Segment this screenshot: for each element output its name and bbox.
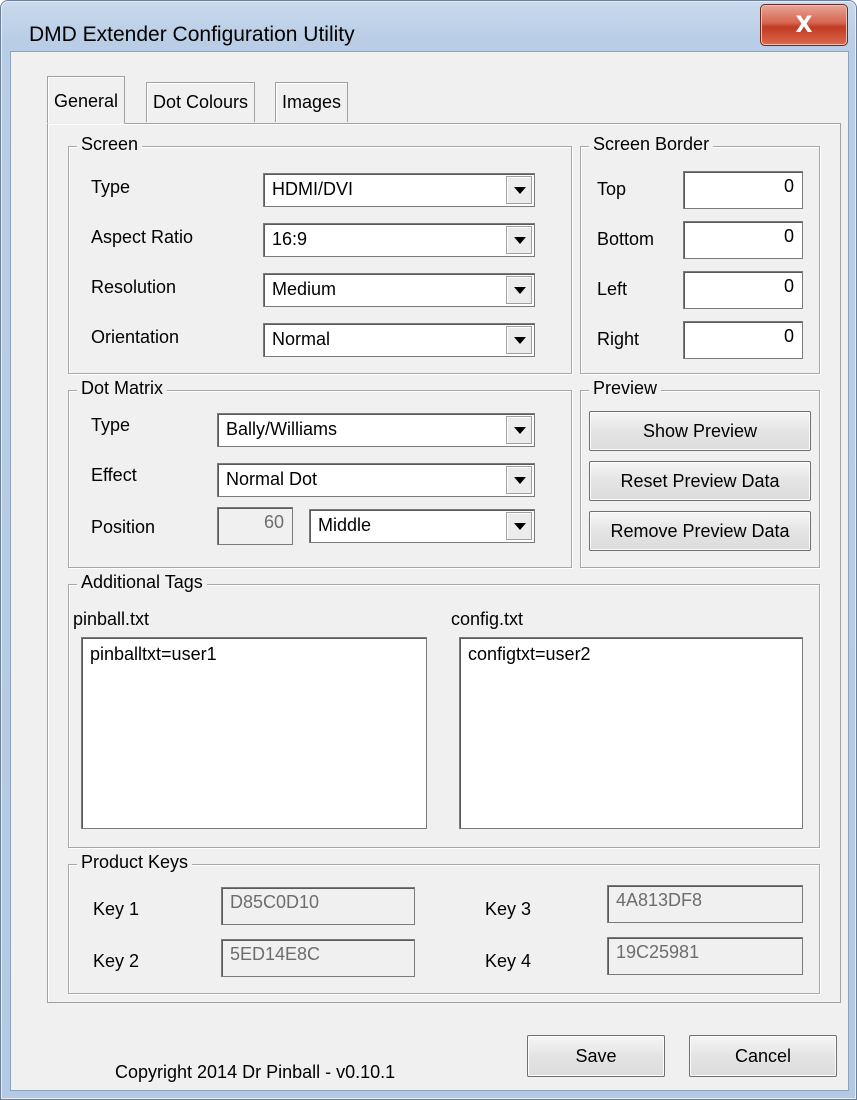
screen-type-label: Type — [91, 177, 131, 197]
chevron-down-icon[interactable] — [506, 416, 532, 444]
dot-matrix-group: Dot Matrix Type Bally/Williams Effect No… — [68, 378, 572, 568]
border-bottom-label: Bottom — [597, 229, 655, 249]
dot-type-value: Bally/Williams — [226, 419, 338, 439]
key-3-label: Key 3 — [485, 899, 532, 919]
cancel-button-label: Cancel — [734, 1045, 792, 1066]
dot-effect-label: Effect — [91, 465, 137, 485]
key-1-label: Key 1 — [93, 899, 140, 919]
screen-type-select[interactable]: HDMI/DVI — [263, 173, 535, 207]
orientation-label: Orientation — [91, 327, 180, 347]
remove-preview-data-button[interactable]: Remove Preview Data — [589, 511, 811, 551]
key-2-field: 5ED14E8C — [221, 939, 415, 977]
border-top-input[interactable]: 0 — [683, 171, 803, 209]
orientation-value: Normal — [272, 329, 331, 349]
reset-preview-data-button[interactable]: Reset Preview Data — [589, 461, 811, 501]
screen-group: Screen Type HDMI/DVI Aspect Ratio 16:9 R… — [68, 134, 572, 374]
config-txt-label: config.txt — [451, 609, 524, 629]
key-4-field: 19C25981 — [607, 937, 803, 975]
screen-type-value: HDMI/DVI — [272, 179, 353, 199]
border-right-input[interactable]: 0 — [683, 321, 803, 359]
key-1-field: D85C0D10 — [221, 887, 415, 925]
border-left-label: Left — [597, 279, 628, 299]
reset-preview-data-label: Reset Preview Data — [620, 470, 780, 491]
preview-group: Preview Show Preview Reset Preview Data … — [580, 378, 820, 568]
product-keys-legend: Product Keys — [77, 852, 193, 873]
key-2-label: Key 2 — [93, 951, 140, 971]
dot-matrix-legend: Dot Matrix — [77, 378, 168, 399]
additional-tags-legend: Additional Tags — [77, 572, 207, 593]
chevron-down-icon[interactable] — [506, 176, 532, 204]
orientation-select[interactable]: Normal — [263, 323, 535, 357]
chevron-down-icon[interactable] — [506, 276, 532, 304]
border-left-input[interactable]: 0 — [683, 271, 803, 309]
tab-general[interactable]: General — [47, 76, 126, 124]
chevron-down-icon[interactable] — [506, 326, 532, 354]
dot-type-label: Type — [91, 415, 131, 435]
resolution-select[interactable]: Medium — [263, 273, 535, 307]
screen-group-legend: Screen — [77, 134, 143, 155]
key-4-label: Key 4 — [485, 951, 532, 971]
save-button[interactable]: Save — [527, 1035, 665, 1077]
additional-tags-group: Additional Tags pinball.txt pinballtxt=u… — [68, 572, 820, 848]
tab-dot-colours-label: Dot Colours — [153, 92, 249, 112]
close-button[interactable]: X — [760, 4, 848, 46]
screen-border-legend: Screen Border — [589, 134, 714, 155]
tab-dot-colours[interactable]: Dot Colours — [146, 82, 256, 122]
show-preview-button[interactable]: Show Preview — [589, 411, 811, 451]
aspect-ratio-value: 16:9 — [272, 229, 308, 249]
key-3-field: 4A813DF8 — [607, 885, 803, 923]
resolution-value: Medium — [272, 279, 337, 299]
remove-preview-data-label: Remove Preview Data — [610, 520, 790, 541]
window-title: DMD Extender Configuration Utility — [29, 23, 355, 46]
dot-type-select[interactable]: Bally/Williams — [217, 413, 535, 447]
chevron-down-icon[interactable] — [506, 466, 532, 494]
close-icon: X — [795, 12, 813, 38]
border-bottom-input[interactable]: 0 — [683, 221, 803, 259]
dot-position-value: Middle — [318, 515, 372, 535]
tab-images-label: Images — [282, 92, 342, 112]
product-keys-group: Product Keys Key 1 D85C0D10 Key 2 5ED14E… — [68, 852, 820, 994]
tab-general-label: General — [54, 91, 119, 111]
dot-position-select[interactable]: Middle — [309, 509, 535, 543]
pinball-txt-label: pinball.txt — [73, 609, 150, 629]
dot-position-label: Position — [91, 517, 156, 537]
chevron-down-icon[interactable] — [506, 512, 532, 540]
aspect-ratio-label: Aspect Ratio — [91, 227, 194, 247]
resolution-label: Resolution — [91, 277, 177, 297]
general-tab-page: Screen Type HDMI/DVI Aspect Ratio 16:9 R… — [47, 123, 841, 1003]
show-preview-label: Show Preview — [642, 420, 758, 441]
preview-legend: Preview — [589, 378, 662, 399]
border-top-label: Top — [597, 179, 627, 199]
chevron-down-icon[interactable] — [506, 226, 532, 254]
config-txt-textarea[interactable]: configtxt=user2 — [459, 637, 803, 829]
aspect-ratio-select[interactable]: 16:9 — [263, 223, 535, 257]
cancel-button[interactable]: Cancel — [689, 1035, 837, 1077]
dialog-window: DMD Extender Configuration Utility X Gen… — [0, 0, 857, 1100]
pinball-txt-textarea[interactable]: pinballtxt=user1 — [81, 637, 427, 829]
dialog-client-area: General Dot Colours Images Screen Type H… — [10, 51, 849, 1091]
copyright-text: Copyright 2014 Dr Pinball - v0.10.1 — [115, 1062, 396, 1082]
dot-effect-value: Normal Dot — [226, 469, 318, 489]
border-right-label: Right — [597, 329, 640, 349]
tab-images[interactable]: Images — [275, 82, 349, 122]
dot-effect-select[interactable]: Normal Dot — [217, 463, 535, 497]
position-number-input: 60 — [217, 507, 293, 545]
save-button-label: Save — [575, 1045, 617, 1066]
screen-border-group: Screen Border Top 0 Bottom 0 Left 0 Righ… — [580, 134, 820, 374]
